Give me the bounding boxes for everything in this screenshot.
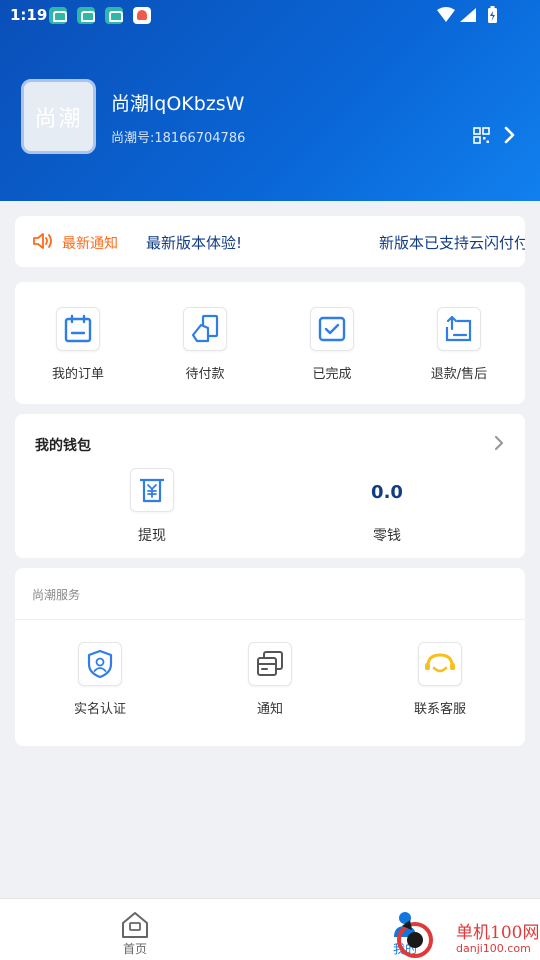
identity-verification-button[interactable]: 实名认证 [40,642,160,717]
order-calendar-icon [56,307,100,351]
notice-marquee[interactable]: 最新版本体验! 新版本已支持云闪付付 [139,216,525,267]
app-notification-icon [49,7,67,24]
change-label[interactable]: 零钱 [345,525,429,545]
pending-payment-button[interactable]: 待付款 [145,307,265,382]
pending-payment-icon [183,307,227,351]
my-orders-label: 我的订单 [51,367,104,382]
divider [15,619,525,620]
customer-service-button[interactable]: 联系客服 [380,642,500,717]
home-icon [122,912,148,938]
profile-arrow-icon[interactable] [500,124,520,146]
wallet-card: 我的钱包 提现 0.0 零钱 [15,414,525,558]
notice-message: 新版本已支持云闪付付 [379,234,525,252]
completed-button[interactable]: 已完成 [272,307,392,382]
notice-message: 最新版本体验! [146,234,243,252]
orders-card: 我的订单 待付款 已完成 退款/售后 [15,282,525,404]
my-orders-button[interactable]: 我的订单 [18,307,138,382]
refund-button[interactable]: 退款/售后 [399,307,519,382]
identity-shield-icon [78,642,122,686]
user-id: 尚潮号:18166704786 [111,131,246,146]
services-title: 尚潮服务 [32,588,81,602]
refund-icon [437,307,481,351]
wallet-arrow-icon[interactable] [492,434,506,452]
pending-payment-label: 待付款 [185,367,225,382]
health-app-icon [133,7,151,24]
notice-label: 最新通知 [62,236,118,252]
notice-bar[interactable]: 最新通知 最新版本体验! 新版本已支持云闪付付 [15,216,525,267]
notification-button[interactable]: 通知 [210,642,330,717]
tab-home-label: 首页 [122,942,147,956]
notification-cards-icon [248,642,292,686]
app-notification-icon [77,7,95,24]
qr-code-icon[interactable] [473,127,490,144]
customer-service-label: 联系客服 [413,702,466,717]
withdraw-label: 提现 [138,528,166,544]
status-bar: 1:19 [0,0,540,30]
identity-verification-label: 实名认证 [73,702,126,717]
refund-label: 退款/售后 [430,367,488,382]
notification-label: 通知 [256,702,283,717]
tab-home[interactable]: 首页 [85,899,185,960]
services-card: 尚潮服务 实名认证 通知 联系客服 [15,568,525,746]
status-time: 1:19 [10,6,48,24]
avatar[interactable]: 尚潮 [21,79,96,154]
withdraw-receipt-icon [130,468,174,512]
app-notification-icon [105,7,123,24]
completed-label: 已完成 [312,367,352,382]
wifi-signal-battery-icon [437,6,497,23]
watermark-logo-icon [397,920,433,958]
change-amount: 0.0 [371,482,403,503]
avatar-text: 尚潮 [34,106,83,132]
withdraw-button[interactable]: 提现 [92,468,212,545]
speaker-icon [33,233,52,249]
watermark-url: danji100.com [456,942,531,955]
wallet-title: 我的钱包 [35,438,91,454]
watermark: 单机100网 danji100.com [388,912,540,960]
username: 尚潮lqOKbzsW [111,93,245,115]
watermark-text: 单机100网 [456,923,540,943]
customer-service-icon [418,642,462,686]
profile-header: 1:19 尚潮 尚潮lqOKbzsW 尚潮号:18166704786 [0,0,540,201]
completed-check-icon [310,307,354,351]
